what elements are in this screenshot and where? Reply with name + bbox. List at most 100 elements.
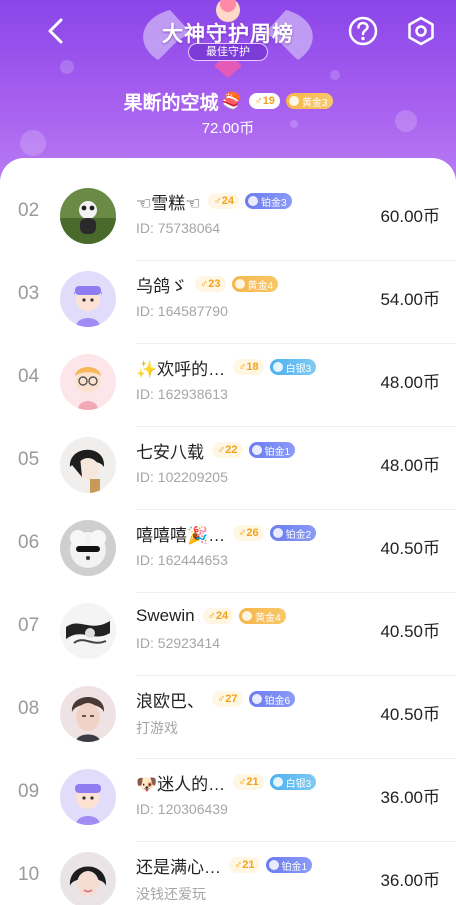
- level-badge-label: 铂金2: [285, 529, 312, 541]
- user-signature: 打游戏: [136, 720, 178, 736]
- user-nickname: 七安八载: [136, 442, 204, 462]
- user-id: ID: 75738064: [136, 220, 221, 236]
- ranking-row[interactable]: 09 🐶迷人的… ♂21 白银3 ID: 120306439 36.00币: [0, 759, 456, 842]
- level-badge-label: 铂金1: [264, 446, 291, 458]
- rank-number: 02: [18, 200, 40, 221]
- coin-amount: 54.00币: [380, 290, 440, 309]
- avatar[interactable]: [60, 686, 116, 742]
- ranking-row[interactable]: 06 嘻嘻嘻🎉… ♂26 铂金2 ID: 162444653 40.50币: [0, 510, 456, 593]
- coin-amount: 60.00币: [380, 207, 440, 226]
- user-nickname: ☜雪糕☜: [136, 193, 201, 213]
- avatar[interactable]: [60, 603, 116, 659]
- user-id: ID: 52923414: [136, 635, 221, 651]
- ranking-list: 02 ☜雪糕☜ ♂24 铂金3 ID: 75738064 60.00币 03 乌…: [0, 158, 456, 905]
- sex-age-tag: ♂24: [208, 193, 239, 209]
- top-guardian-amount: 72.00币: [201, 120, 255, 137]
- ranking-row[interactable]: 10 还是满心… ♂21 铂金1 没钱还爱玩 36.00币: [0, 842, 456, 905]
- sex-age-tag: ♂19: [249, 93, 280, 109]
- level-badge-label: 铂金6: [264, 695, 291, 707]
- rank-number: 06: [18, 532, 40, 553]
- rank-number: 07: [18, 615, 40, 636]
- coin-amount: 40.50币: [380, 622, 440, 641]
- rank-number: 09: [18, 781, 40, 802]
- ranking-row[interactable]: 04 ✨欢呼的… ♂18 白银3 ID: 162938613 48.00币: [0, 344, 456, 427]
- coin-amount: 36.00币: [380, 871, 440, 890]
- level-badge: 铂金3: [244, 193, 292, 209]
- avatar[interactable]: [60, 769, 116, 825]
- sex-age-tag: ♂23: [195, 276, 226, 292]
- sex-age-tag: ♂26: [233, 525, 264, 541]
- sex-age-tag: ♂22: [212, 442, 243, 458]
- decor-bubble: [330, 70, 340, 80]
- rank-number: 10: [18, 864, 40, 885]
- decor-bubble: [60, 60, 74, 74]
- level-badge-label: 黄金4: [255, 612, 281, 624]
- hexagon-icon: [251, 694, 262, 704]
- avatar[interactable]: [60, 188, 116, 244]
- sex-age-tag: ♂18: [233, 359, 264, 375]
- ranking-row[interactable]: 05 七安八载 ♂22 铂金1 ID: 102209205 48.00币: [0, 427, 456, 510]
- user-signature: 没钱还爱玩: [136, 886, 206, 902]
- level-badge-label: 铂金3: [260, 197, 287, 209]
- level-badge: 黄金4: [231, 276, 279, 292]
- user-id: ID: 102209205: [136, 469, 228, 485]
- user-nickname: 嘻嘻嘻🎉…: [136, 525, 226, 545]
- level-badge: 白银3: [269, 774, 317, 790]
- question-icon: [348, 16, 378, 46]
- user-nickname: Swewin: [136, 606, 195, 625]
- rank-number: 08: [18, 698, 40, 719]
- level-badge-label: 白银3: [285, 778, 312, 790]
- user-nickname: 浪欧巴、: [136, 691, 204, 711]
- hexagon-settings-icon: [408, 16, 434, 46]
- ranking-row[interactable]: 02 ☜雪糕☜ ♂24 铂金3 ID: 75738064 60.00币: [0, 178, 456, 261]
- level-badge: 黄金3: [285, 93, 333, 109]
- avatar[interactable]: [60, 437, 116, 493]
- user-id: ID: 162444653: [136, 552, 228, 568]
- help-button[interactable]: [346, 14, 380, 48]
- level-badge: 白银3: [269, 359, 317, 375]
- user-id: ID: 164587790: [136, 303, 228, 319]
- sex-age-tag: ♂27: [212, 691, 243, 707]
- avatar[interactable]: [60, 520, 116, 576]
- coin-amount: 40.50币: [380, 705, 440, 724]
- top-guardian[interactable]: 果断的空城 🍣 ♂19 黄金3: [0, 88, 456, 114]
- ranking-badge: 大神守护周榜 最佳守护: [130, 0, 326, 80]
- level-badge-label: 白银3: [285, 363, 312, 375]
- level-badge-label: 黄金3: [301, 97, 328, 109]
- avatar[interactable]: [60, 852, 116, 905]
- user-nickname: 还是满心…: [136, 857, 221, 877]
- level-badge: 黄金4: [239, 608, 286, 624]
- coin-amount: 36.00币: [380, 788, 440, 807]
- hexagon-icon: [251, 445, 262, 455]
- avatar[interactable]: [60, 271, 116, 327]
- user-id: ID: 162938613: [136, 386, 228, 402]
- level-badge: 铂金1: [248, 442, 296, 458]
- diamond-icon: [272, 362, 283, 372]
- sex-age-tag: ♂24: [202, 608, 234, 624]
- ranking-row[interactable]: 08 浪欧巴、 ♂27 铂金6 打游戏 40.50币: [0, 676, 456, 759]
- avatar[interactable]: [60, 354, 116, 410]
- level-badge: 铂金2: [269, 525, 317, 541]
- level-badge-label: 黄金4: [247, 280, 274, 292]
- rank-number: 04: [18, 366, 40, 387]
- back-button[interactable]: [40, 14, 74, 48]
- coin-amount: 48.00币: [380, 456, 440, 475]
- ranking-row[interactable]: 03 乌鸽ゞ ♂23 黄金4 ID: 164587790 54.00币: [0, 261, 456, 344]
- user-nickname: 🐶迷人的…: [136, 774, 226, 794]
- chevron-left-icon: [48, 18, 63, 44]
- star-icon: [288, 96, 299, 106]
- hexagon-icon: [268, 860, 279, 870]
- level-badge-label: 铂金1: [281, 861, 308, 873]
- sex-age-tag: ♂21: [229, 857, 260, 873]
- star-icon: [242, 611, 253, 621]
- user-id: ID: 120306439: [136, 801, 228, 817]
- user-nickname: ✨欢呼的…: [136, 359, 226, 379]
- level-badge: 铂金1: [265, 857, 313, 873]
- settings-button[interactable]: [404, 14, 438, 48]
- rank-number: 03: [18, 283, 40, 304]
- star-icon: [234, 279, 245, 289]
- ranking-row[interactable]: 07 Swewin ♂24 黄金4 ID: 52923414 40.50币: [0, 593, 456, 676]
- coin-amount: 48.00币: [380, 373, 440, 392]
- coin-amount: 40.50币: [380, 539, 440, 558]
- diamond-icon: [272, 777, 283, 787]
